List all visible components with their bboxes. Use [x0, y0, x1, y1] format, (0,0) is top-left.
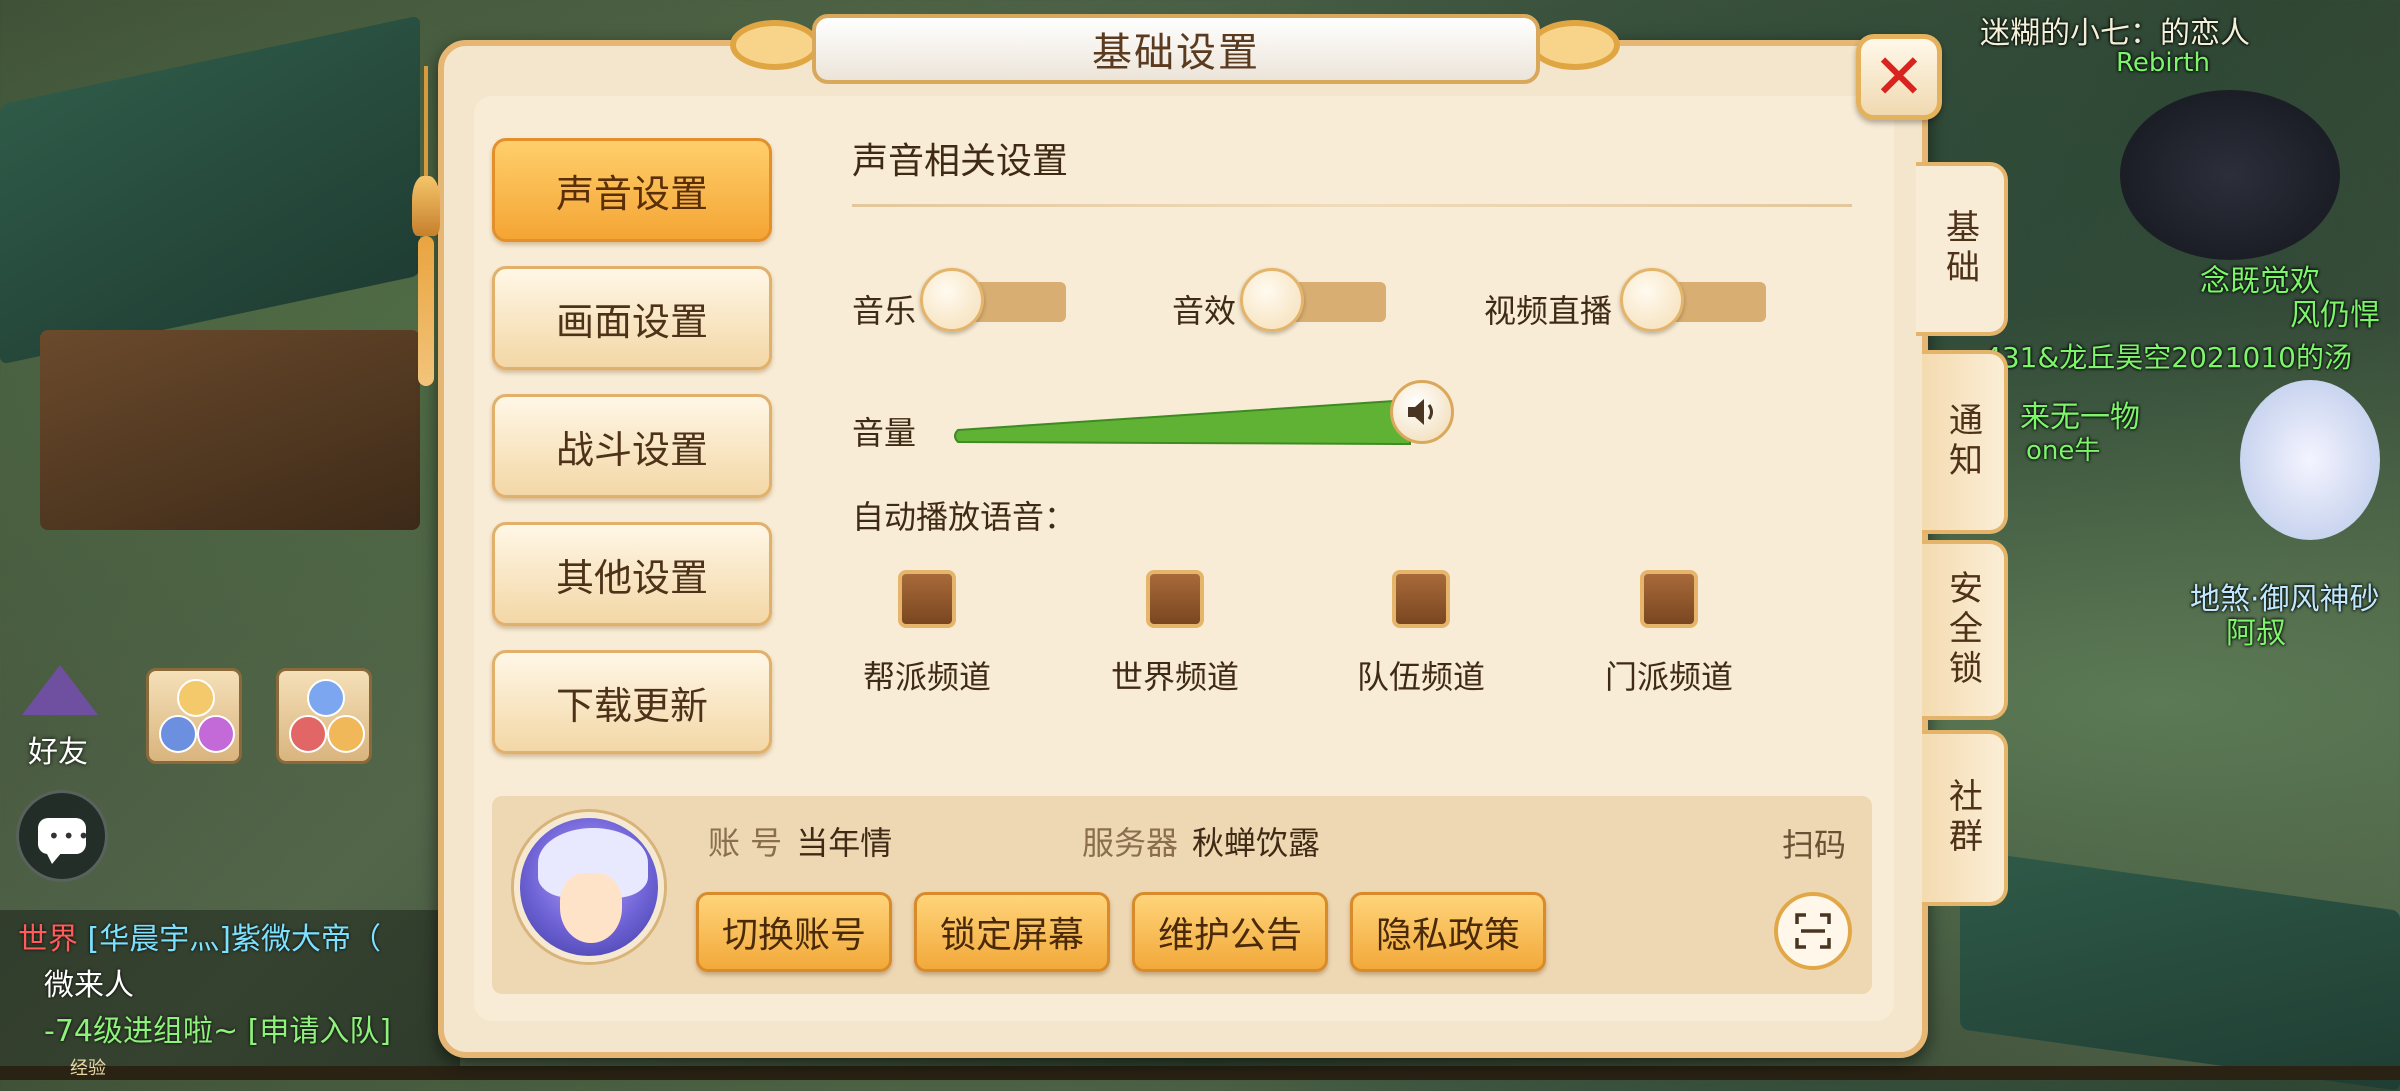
lock-screen-button[interactable]: 锁定屏幕	[914, 892, 1110, 972]
checkbox-label: 门派频道	[1604, 658, 1733, 696]
menu-display-settings[interactable]: 画面设置	[492, 266, 772, 370]
world-channel-checkbox[interactable]: 世界频道	[1100, 570, 1250, 696]
menu-sound-settings[interactable]: 声音设置	[492, 138, 772, 242]
chat-text: [华晨宇灬]紫微大帝（	[87, 922, 381, 957]
server-info: 服务器 秋蝉饮露	[1082, 818, 1320, 864]
sound-settings-panel: 声音相关设置 音乐 音效 视频直播 音量 自动播放语音： 帮派频道 世界频道 队…	[822, 110, 1872, 790]
checkbox-box	[898, 570, 956, 628]
music-toggle-label: 音乐	[852, 292, 917, 330]
toggle-knob	[1240, 268, 1304, 332]
character-decoration	[2120, 90, 2340, 260]
checkbox-label: 帮派频道	[862, 658, 991, 696]
checkbox-box	[1640, 570, 1698, 628]
team-face-icon	[327, 715, 365, 753]
scan-label: 扫码	[1781, 826, 1846, 864]
live-video-toggle[interactable]	[1620, 268, 1766, 332]
world-label: 阿叔	[2226, 616, 2286, 651]
world-label: 风仍悍	[2290, 298, 2380, 333]
world-label: one牛	[2026, 436, 2101, 466]
world-label: Rebirth	[2116, 48, 2210, 78]
account-value: 当年情	[796, 824, 893, 862]
account-bar: 账 号当年情 服务器 秋蝉饮露 扫码 切换账号 锁定屏幕 维护公告 隐私政策	[492, 796, 1872, 994]
scan-button[interactable]	[1774, 892, 1852, 970]
scan-icon	[1795, 913, 1831, 949]
close-icon: ✕	[1873, 40, 1925, 113]
chat-line: 世界 [华晨宇灬]紫微大帝（	[18, 914, 381, 958]
speaker-icon	[1408, 399, 1433, 425]
checkbox-box	[1392, 570, 1450, 628]
tab-security-lock[interactable]: 安全锁	[1922, 540, 2008, 720]
auto-play-voice-label: 自动播放语音：	[852, 498, 1077, 536]
toggle-knob	[920, 268, 984, 332]
chat-line: -74级进组啦~ [申请入队]	[44, 1014, 392, 1049]
experience-label: 经验	[70, 1058, 106, 1079]
volume-label: 音量	[852, 414, 917, 452]
chat-line: 微来人	[44, 968, 134, 1003]
checkbox-label: 队伍频道	[1356, 658, 1485, 696]
account-info: 账 号当年情	[708, 818, 892, 864]
roof-decoration	[1960, 849, 2400, 1091]
team-face-icon	[289, 715, 327, 753]
team-channel-checkbox[interactable]: 队伍频道	[1346, 570, 1496, 696]
building-decoration	[40, 330, 420, 530]
checkbox-label: 世界频道	[1110, 658, 1239, 696]
sfx-toggle-label: 音效	[1172, 292, 1237, 330]
character-decoration	[2240, 380, 2380, 540]
title-ornament-icon	[730, 20, 820, 70]
world-label: 431&龙丘昊空2021010的汤	[1984, 341, 2352, 374]
live-video-toggle-label: 视频直播	[1484, 292, 1613, 330]
experience-bar	[0, 1066, 2400, 1080]
avatar	[514, 812, 664, 962]
tab-community[interactable]: 社群	[1922, 730, 2008, 906]
friends-label: 好友	[28, 735, 88, 770]
menu-download-update[interactable]: 下载更新	[492, 650, 772, 754]
privacy-policy-button[interactable]: 隐私政策	[1350, 892, 1546, 972]
switch-account-button[interactable]: 切换账号	[696, 892, 892, 972]
section-divider	[852, 204, 1852, 207]
checkbox-box	[1146, 570, 1204, 628]
team-face-icon	[307, 679, 345, 717]
friends-button[interactable]: 好友	[10, 665, 100, 775]
tab-basic[interactable]: 基础	[1916, 162, 2008, 336]
dialog-title: 基础设置	[812, 14, 1540, 84]
volume-wedge	[954, 398, 1411, 446]
roof-decoration	[0, 15, 420, 365]
music-toggle[interactable]	[920, 268, 1066, 332]
menu-other-settings[interactable]: 其他设置	[492, 522, 772, 626]
settings-menu: 声音设置 画面设置 战斗设置 其他设置 下载更新	[470, 110, 788, 790]
team-button[interactable]	[146, 668, 242, 764]
menu-battle-settings[interactable]: 战斗设置	[492, 394, 772, 498]
tab-notification[interactable]: 通知	[1922, 350, 2008, 534]
chat-log[interactable]: 世界 [华晨宇灬]紫微大帝（ 微来人 -74级进组啦~ [申请入队]	[0, 910, 460, 1080]
account-key: 账 号	[708, 824, 783, 862]
maintenance-notice-button[interactable]: 维护公告	[1132, 892, 1328, 972]
team-face-icon	[177, 679, 215, 717]
server-key: 服务器	[1082, 824, 1179, 862]
chat-bubble-icon: •••	[38, 818, 89, 864]
guild-channel-checkbox[interactable]: 帮派频道	[852, 570, 1002, 696]
sect-channel-checkbox[interactable]: 门派频道	[1594, 570, 1744, 696]
toggle-knob	[1620, 268, 1684, 332]
sfx-toggle[interactable]	[1240, 268, 1386, 332]
title-ornament-icon	[1530, 20, 1620, 70]
volume-slider[interactable]	[952, 392, 1422, 452]
chat-button[interactable]: •••	[16, 790, 108, 882]
team-face-icon	[197, 715, 235, 753]
section-title: 声音相关设置	[852, 141, 1069, 182]
team-face-icon	[159, 715, 197, 753]
volume-handle[interactable]	[1390, 380, 1454, 444]
chat-channel: 世界	[18, 922, 78, 957]
friend-hat-icon	[22, 665, 98, 715]
group-button[interactable]	[276, 668, 372, 764]
world-label: 迷糊的小七：的恋人	[1980, 16, 2250, 51]
pendant-decoration	[406, 66, 446, 386]
server-value: 秋蝉饮露	[1192, 824, 1321, 862]
close-button[interactable]: ✕	[1856, 34, 1942, 120]
